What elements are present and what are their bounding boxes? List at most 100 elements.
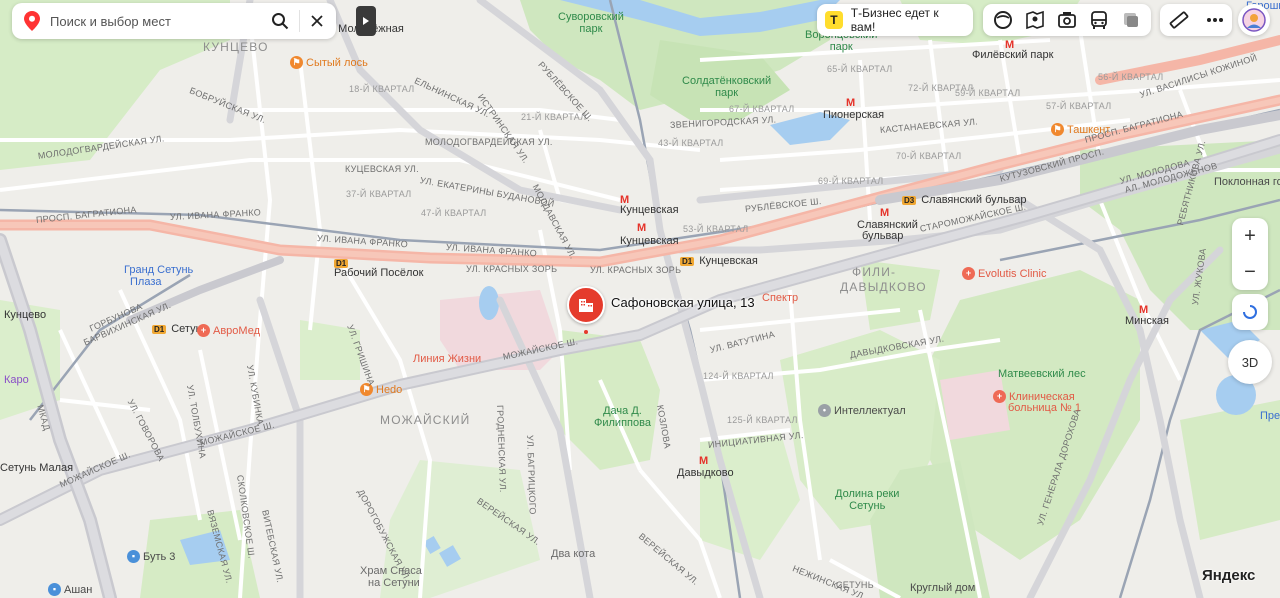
loading-spinner-icon bbox=[1243, 305, 1257, 319]
rail-station[interactable]: D1 Кунцевская bbox=[680, 255, 758, 267]
medical-icon: + bbox=[962, 267, 975, 280]
layers-toolbar bbox=[983, 4, 1151, 36]
quarter-label: 47-Й КВАРТАЛ bbox=[421, 208, 487, 218]
restaurant-icon: ⚑ bbox=[290, 56, 303, 69]
zoom-control: + − bbox=[1232, 218, 1268, 290]
poi-clinic[interactable]: Спектр bbox=[762, 292, 798, 304]
park-label[interactable]: Солдатёнковский парк bbox=[682, 75, 771, 99]
quarter-label: 65-Й КВАРТАЛ bbox=[827, 64, 893, 74]
metro-station[interactable]: М bbox=[699, 455, 708, 467]
yandex-logo[interactable]: Яндекс bbox=[1202, 567, 1255, 584]
zoom-out-button[interactable]: − bbox=[1232, 254, 1268, 290]
view-3d-button[interactable]: 3D bbox=[1228, 340, 1272, 384]
quarter-label: 124-Й КВАРТАЛ bbox=[703, 371, 774, 381]
metro-station[interactable]: М bbox=[637, 222, 646, 234]
park-label[interactable]: Дача Д. Филиппова bbox=[594, 405, 651, 429]
metro-icon: М bbox=[699, 455, 709, 467]
district-label: ФИЛИ- bbox=[852, 265, 897, 279]
poi-clinic[interactable]: + Evolutis Clinic bbox=[962, 267, 1046, 280]
metro-label: Кунцевская bbox=[620, 235, 679, 247]
metro-icon: М bbox=[846, 97, 856, 109]
street-label: КУЦЕВСКАЯ УЛ. bbox=[345, 164, 419, 174]
poi-church-label: на Сетуни bbox=[368, 577, 420, 589]
quarter-label: 69-Й КВАРТАЛ bbox=[818, 176, 884, 186]
quarter-label: 53-Й КВАРТАЛ bbox=[683, 224, 749, 234]
metro-label: Пионерская bbox=[823, 109, 885, 121]
search-panel bbox=[12, 3, 336, 39]
traffic-icon[interactable] bbox=[1121, 10, 1141, 30]
poi-clinic[interactable]: + АвроМед bbox=[197, 324, 260, 337]
poi-shop[interactable]: ▪ Буть 3 bbox=[127, 550, 175, 563]
layers-icon[interactable] bbox=[993, 10, 1013, 30]
metro-label: бульвар bbox=[862, 230, 904, 242]
park-label[interactable]: Суворовский парк bbox=[558, 11, 624, 35]
quarter-label: 67-Й КВАРТАЛ bbox=[729, 104, 795, 114]
play-icon bbox=[363, 17, 369, 25]
tbank-logo: Т bbox=[825, 11, 843, 29]
poi-shop[interactable]: ▪ Ашан bbox=[48, 583, 92, 596]
quarter-label: 125-Й КВАРТАЛ bbox=[727, 415, 798, 425]
search-divider bbox=[299, 10, 300, 32]
district-label: ДАВЫДКОВО bbox=[840, 280, 927, 294]
quarter-label: 43-Й КВАРТАЛ bbox=[658, 138, 724, 148]
shop-icon: ▪ bbox=[127, 550, 140, 563]
quarter-label: 56-Й КВАРТАЛ bbox=[1098, 72, 1164, 82]
rail-station-label: Рабочий Посёлок bbox=[334, 267, 424, 279]
quarter-label: 57-Й КВАРТАЛ bbox=[1046, 101, 1112, 111]
place-label: Пре bbox=[1260, 410, 1280, 422]
zoom-in-button[interactable]: + bbox=[1232, 218, 1268, 254]
quarter-label: 59-Й КВАРТАЛ bbox=[955, 88, 1021, 98]
locate-button[interactable] bbox=[1232, 294, 1268, 330]
quarter-label: 18-Й КВАРТАЛ bbox=[349, 84, 415, 94]
street-label: СЕТУНЬ bbox=[836, 580, 874, 590]
poi-mall[interactable]: Грaнд Сетунь bbox=[124, 264, 193, 276]
metro-label: Давыдково bbox=[677, 467, 734, 479]
panorama-icon[interactable] bbox=[1025, 10, 1045, 30]
shop-icon: ▪ bbox=[48, 583, 61, 596]
camera-icon[interactable] bbox=[1057, 10, 1077, 30]
district-label: КУНЦЕВО bbox=[203, 40, 269, 54]
poi-church[interactable]: Храм Спаса bbox=[360, 565, 422, 577]
poi-landmark[interactable]: Круглый дом bbox=[910, 582, 975, 594]
quarter-label: 70-Й КВАРТАЛ bbox=[896, 151, 962, 161]
poi-restaurant[interactable]: ⚑ Сытый лось bbox=[290, 56, 368, 69]
poi-clinic[interactable]: Линия Жизни bbox=[413, 353, 481, 365]
restaurant-icon: ⚑ bbox=[1051, 123, 1064, 136]
transport-icon[interactable] bbox=[1089, 10, 1109, 30]
more-icon[interactable] bbox=[1206, 17, 1224, 23]
search-input[interactable] bbox=[50, 13, 271, 29]
medical-icon: + bbox=[993, 390, 1006, 403]
school-icon: • bbox=[818, 404, 831, 417]
tools-toolbar bbox=[1160, 4, 1232, 36]
park-label[interactable]: Матвеевский лес bbox=[998, 368, 1086, 380]
metro-station[interactable]: М bbox=[880, 207, 889, 219]
metro-label: Кунцевская bbox=[620, 204, 679, 216]
poi-shop[interactable]: Карo bbox=[4, 374, 29, 386]
park-label[interactable]: Долина реки Сетунь bbox=[835, 488, 899, 512]
expand-panel-button[interactable] bbox=[356, 6, 376, 36]
metro-station[interactable]: М bbox=[846, 97, 855, 109]
address-marker[interactable]: Сафоновская улица, 13 bbox=[567, 286, 755, 334]
street-label: УЛ. КРАСНЫХ ЗОРЬ bbox=[590, 265, 682, 275]
promo-label: Т-Бизнес едет к вам! bbox=[850, 6, 939, 34]
search-icon[interactable] bbox=[271, 12, 289, 30]
poi-hospital-label: больница № 1 bbox=[1008, 402, 1081, 414]
poi-landmark[interactable]: Поклонная гор bbox=[1214, 176, 1280, 188]
close-icon[interactable] bbox=[310, 14, 324, 28]
user-avatar[interactable] bbox=[1238, 4, 1270, 36]
district-label: МОЖАЙСКИЙ bbox=[380, 413, 471, 427]
promo-banner[interactable]: Т Т-Бизнес едет к вам! bbox=[817, 4, 973, 36]
location-pin-icon[interactable] bbox=[24, 11, 40, 31]
place-label: Сетунь Малая bbox=[0, 462, 74, 474]
ruler-icon[interactable] bbox=[1169, 10, 1189, 30]
street-label: МОЛОДОГВАРДЕЙСКАЯ УЛ. bbox=[425, 137, 553, 147]
metro-icon: М bbox=[880, 207, 890, 219]
poi-school[interactable]: • Интеллектуал bbox=[818, 404, 906, 417]
street-label: УЛ. КРАСНЫХ ЗОРЬ bbox=[466, 264, 558, 274]
metro-label: Филёвский парк bbox=[972, 49, 1054, 61]
quarter-label: 37-Й КВАРТАЛ bbox=[346, 189, 412, 199]
poi-restaurant[interactable]: Два кота bbox=[551, 548, 595, 560]
medical-icon: + bbox=[197, 324, 210, 337]
poi-mall-label: Плаза bbox=[130, 276, 162, 288]
metro-icon: М bbox=[637, 222, 647, 234]
